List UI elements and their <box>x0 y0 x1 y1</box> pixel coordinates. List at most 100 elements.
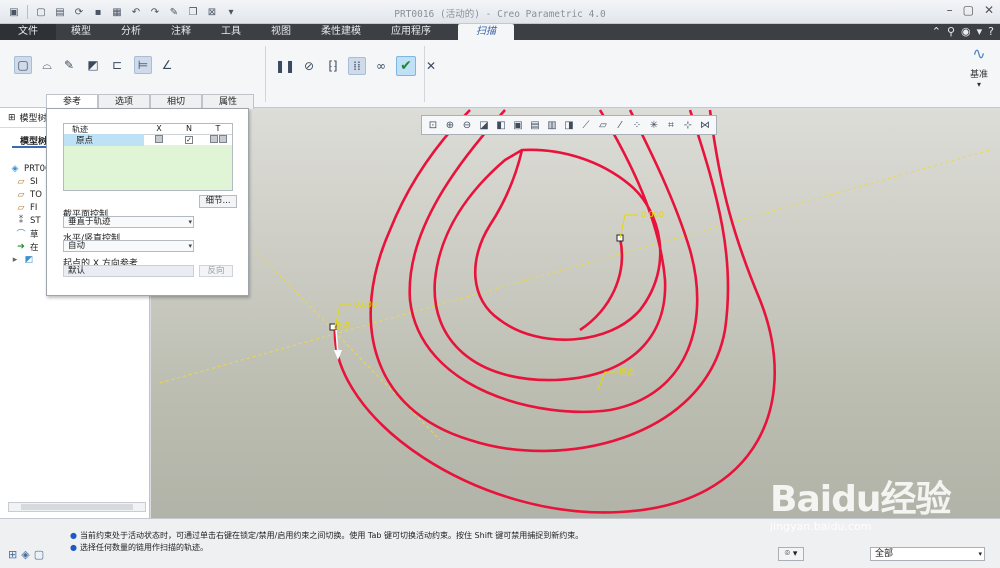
thicken-icon[interactable]: ⊏ <box>108 56 126 74</box>
saved-orientations-icon[interactable]: ▣ <box>510 117 526 133</box>
perspective-icon[interactable]: ▥ <box>544 117 560 133</box>
zoom-out-icon[interactable]: ⊖ <box>459 117 475 133</box>
browser-icon[interactable]: ◈ <box>21 548 29 561</box>
trajectory-table[interactable]: 轨迹 X N T 原点 ✓ <box>63 123 233 191</box>
view-manager-icon[interactable]: ▤ <box>527 117 543 133</box>
plane-icon: ▱ <box>17 202 25 213</box>
spin-center-icon[interactable]: ⊹ <box>680 117 696 133</box>
tab-tangency[interactable]: 相切 <box>150 94 202 109</box>
spiral-trajectory-curve <box>333 109 776 514</box>
refit-icon[interactable]: ⊡ <box>425 117 441 133</box>
tab-model[interactable]: 模型 <box>56 24 106 40</box>
model-canvas[interactable] <box>151 109 1000 518</box>
horizontal-scrollbar[interactable] <box>8 502 146 512</box>
display-style-icon[interactable]: ◧ <box>493 117 509 133</box>
datum-label: 基准 <box>969 70 988 80</box>
zoom-in-icon[interactable]: ⊕ <box>442 117 458 133</box>
collapse-ribbon-icon[interactable]: ⌃ <box>932 25 941 38</box>
tab-view[interactable]: 视图 <box>256 24 306 40</box>
selection-filter-value: 全部 <box>875 549 894 559</box>
direction-arrowhead <box>334 350 342 360</box>
section-icon[interactable]: ◨ <box>561 117 577 133</box>
feature-controls-group: ❚❚ ⊘ ⁅⁆ ⁞⁞ ∞ ✔ ✕ <box>275 56 440 76</box>
n-checkbox[interactable]: ✓ <box>185 136 193 144</box>
plane-display-icon[interactable]: ▱ <box>595 117 611 133</box>
solid-icon[interactable]: ▢ <box>14 56 32 74</box>
ok-check-icon[interactable]: ✔ <box>396 56 416 76</box>
pause-icon[interactable]: ❚❚ <box>275 57 295 75</box>
csys-display-icon[interactable]: ✳ <box>646 117 662 133</box>
selection-filter[interactable]: 全部 ▾ <box>870 547 985 561</box>
help-dropdown-icon[interactable]: ▾ <box>977 25 983 38</box>
tab-properties[interactable]: 属性 <box>202 94 254 109</box>
tab-tools[interactable]: 工具 <box>206 24 256 40</box>
status-icons: ⊞ ◈ ▢ <box>8 548 44 561</box>
minimize-icon[interactable]: – <box>947 3 953 17</box>
no-preview-icon[interactable]: ⊘ <box>300 57 318 75</box>
section-type-group: ⊨ ∠ <box>134 56 176 74</box>
annotation-display-icon[interactable]: ⌗ <box>663 117 679 133</box>
find-button[interactable]: ⌾ ▾ <box>778 547 804 561</box>
tab-sweep[interactable]: 扫描 <box>458 24 514 40</box>
tree-item[interactable]: ▸ ◩ <box>10 253 50 266</box>
info-icon[interactable]: ? <box>988 25 994 38</box>
info-bullet-icon: ● <box>70 531 77 540</box>
details-button[interactable]: 细节... <box>199 195 237 208</box>
hv-control-value: 自动 <box>68 241 86 251</box>
datum-curve-icon: ∿ <box>972 44 986 63</box>
datum-axis-line <box>254 249 441 441</box>
tab-analysis[interactable]: 分析 <box>106 24 156 40</box>
datum-button[interactable]: ∿ 基准 ▾ <box>964 44 994 89</box>
chevron-down-icon: ▾ <box>976 80 981 89</box>
sweep-options-group: ✎ ◩ ⊏ <box>60 56 126 74</box>
tree-item-label: FI <box>30 202 38 213</box>
tab-options[interactable]: 选项 <box>98 94 150 109</box>
tab-references[interactable]: 参考 <box>46 94 98 109</box>
dimension-value[interactable]: 0.000 <box>641 210 664 219</box>
surface-icon[interactable]: ⌓ <box>38 56 56 74</box>
origin-label: 原点 <box>334 321 350 330</box>
tab-file[interactable]: 文件 <box>0 24 56 40</box>
table-row[interactable]: 原点 ✓ <box>64 134 232 146</box>
reverse-button[interactable]: 反向 <box>199 265 233 277</box>
scrollbar-thumb[interactable] <box>21 504 133 510</box>
dimension-value[interactable]: 0.000 <box>354 300 377 309</box>
variable-section-icon[interactable]: ∠ <box>158 56 176 74</box>
axis-display-icon[interactable]: ⁄ <box>612 117 628 133</box>
close-icon[interactable]: ✕ <box>984 3 994 17</box>
layout-icon[interactable]: ⊞ <box>8 548 17 561</box>
chevron-down-icon: ▾ <box>188 242 192 250</box>
dashboard-tabs: 参考 选项 相切 属性 <box>46 94 254 109</box>
tab-applications[interactable]: 应用程序 <box>376 24 446 40</box>
tab-annotate[interactable]: 注释 <box>156 24 206 40</box>
tree-item[interactable]: ◈ PRT00 <box>10 162 51 175</box>
constant-section-icon[interactable]: ⊨ <box>134 56 152 74</box>
ribbon-tabs: 文件 模型 分析 注释 工具 视图 柔性建模 应用程序 扫描 ⌃ ⚲ ◉ ▾ ? <box>0 24 1000 40</box>
section-plane-select[interactable]: 垂直于轨迹 ▾ <box>63 216 194 228</box>
expand-arrow-icon[interactable]: ▸ <box>10 255 20 265</box>
preview-icon[interactable]: ⁞⁞ <box>348 57 366 75</box>
graphics-area[interactable]: 0.000 0.000 原点 原点 ⊡ ⊕ ⊖ ◪ ◧ ▣ ▤ ▥ ◨ ⟋ ▱ … <box>151 109 1000 518</box>
sweep-feature-icon: ◩ <box>24 254 34 265</box>
tree-settings-icon[interactable]: ⊞ <box>8 113 16 123</box>
point-display-icon[interactable]: ⁘ <box>629 117 645 133</box>
search-icon[interactable]: ⚲ <box>947 25 955 38</box>
glasses-preview-icon[interactable]: ∞ <box>372 57 390 75</box>
verify-icon[interactable]: ⁅⁆ <box>324 57 342 75</box>
remove-material-icon[interactable]: ◩ <box>84 56 102 74</box>
column-header: T <box>215 124 221 133</box>
window-icon[interactable]: ▢ <box>34 548 44 561</box>
x-checkbox[interactable] <box>155 134 163 143</box>
repaint-icon[interactable]: ◪ <box>476 117 492 133</box>
hv-control-select[interactable]: 自动 ▾ <box>63 240 194 252</box>
t-checkbox[interactable] <box>209 134 218 143</box>
datum-display-icon[interactable]: ⟋ <box>578 117 594 133</box>
tab-flexible-modeling[interactable]: 柔性建模 <box>306 24 376 40</box>
column-header: X <box>156 124 162 133</box>
maximize-icon[interactable]: ▢ <box>963 3 974 17</box>
create-sketch-icon[interactable]: ✎ <box>60 56 78 74</box>
help-icon[interactable]: ◉ <box>961 25 971 38</box>
x-direction-field[interactable]: 默认 <box>63 265 194 277</box>
more-tools-icon[interactable]: ⋈ <box>697 117 713 133</box>
t-checkbox-alt[interactable] <box>218 134 227 143</box>
